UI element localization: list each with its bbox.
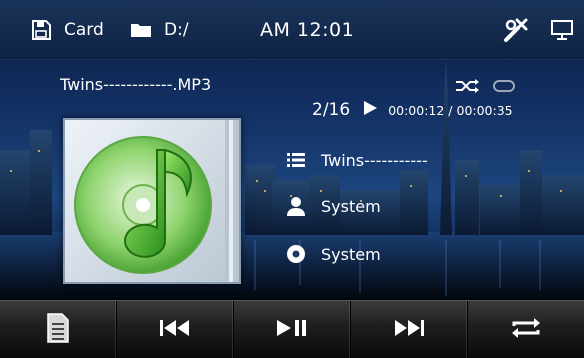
play-pause-button[interactable] — [234, 301, 351, 358]
skip-previous-icon — [160, 319, 190, 341]
artist-row: System — [285, 195, 381, 217]
document-list-icon — [46, 313, 70, 347]
play-pause-icon — [277, 319, 307, 341]
shuffle-icon[interactable] — [455, 78, 481, 97]
display-button[interactable] — [550, 0, 574, 60]
music-note-disc-icon — [74, 120, 239, 282]
folder-label: D:/ — [164, 20, 189, 40]
folder-path[interactable]: D:/ — [130, 0, 189, 60]
album-row: System — [285, 243, 381, 265]
playback-toolbar — [0, 300, 584, 358]
track-progress-row: 2/16 00:00:12 / 00:00:35 — [312, 100, 513, 120]
track-artist: System — [321, 196, 381, 216]
disc-icon — [285, 243, 307, 265]
track-title: Twins----------- — [321, 150, 428, 170]
sd-card-icon — [30, 19, 52, 41]
source-label: Card — [64, 20, 104, 40]
person-icon — [285, 195, 307, 217]
title-row: Twins----------- — [285, 149, 428, 171]
repeat-all-icon — [509, 317, 543, 343]
play-icon — [362, 100, 378, 120]
media-player-screen: Card D:/ AM 12:01 Twins------------.MP3 — [0, 0, 584, 358]
play-mode-indicators — [455, 78, 517, 97]
track-album: System — [321, 244, 381, 264]
album-art — [63, 118, 241, 284]
playlist-button[interactable] — [0, 301, 117, 358]
status-bar: Card D:/ AM 12:01 — [0, 0, 584, 60]
elapsed-total-time: 00:00:12 / 00:00:35 — [388, 102, 513, 118]
previous-button[interactable] — [117, 301, 234, 358]
folder-icon — [130, 21, 152, 39]
tools-icon — [503, 17, 529, 43]
track-filename: Twins------------.MP3 — [60, 75, 212, 94]
monitor-icon — [550, 18, 574, 42]
track-index: 2/16 — [312, 100, 351, 120]
source-selector[interactable]: Card — [30, 0, 104, 60]
skip-next-icon — [394, 319, 424, 341]
list-icon — [285, 149, 307, 171]
repeat-mode-button[interactable] — [468, 301, 584, 358]
repeat-icon[interactable] — [491, 78, 517, 97]
clock: AM 12:01 — [260, 19, 355, 41]
next-button[interactable] — [351, 301, 468, 358]
settings-button[interactable] — [503, 0, 529, 60]
